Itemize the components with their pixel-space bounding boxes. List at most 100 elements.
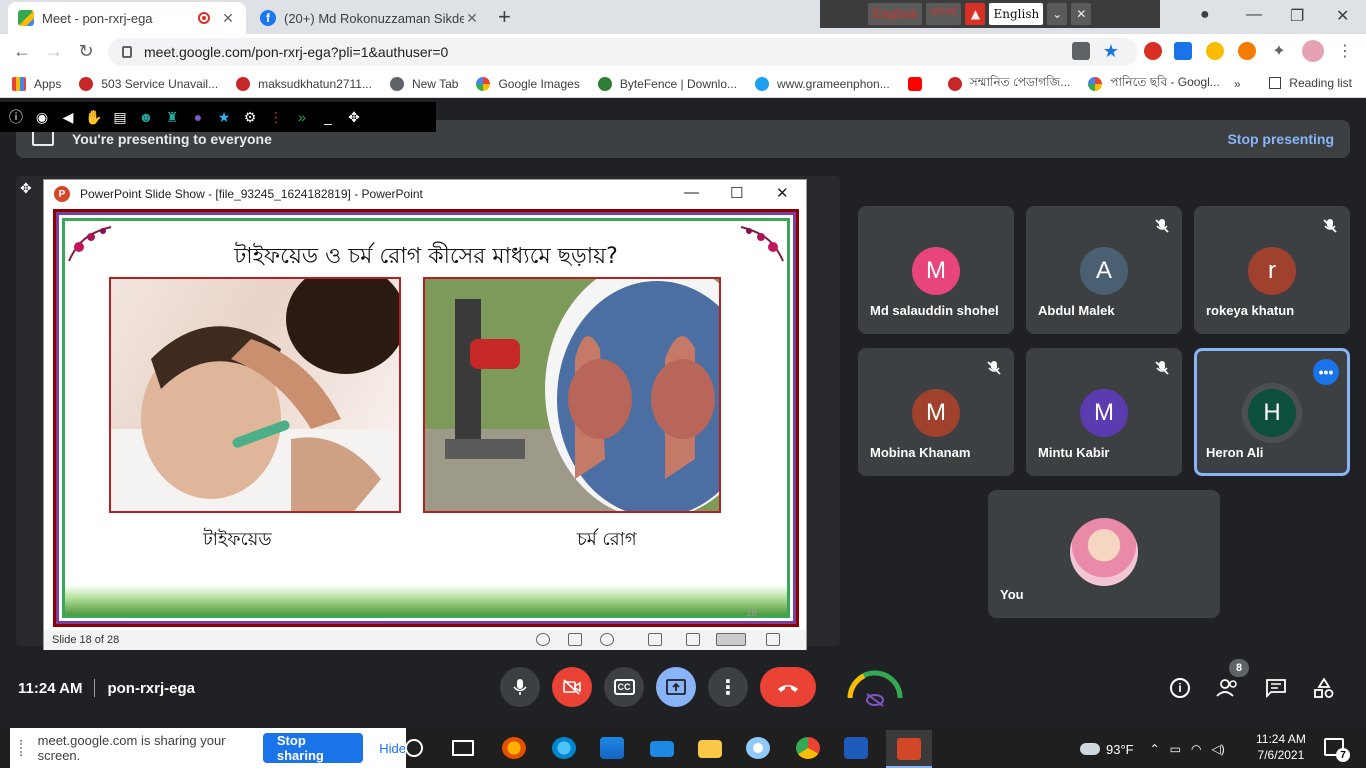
more-vert-icon[interactable]: ⋮: [266, 107, 286, 127]
back-icon[interactable]: ←: [10, 41, 34, 62]
tab-close-icon[interactable]: ✕: [464, 10, 480, 27]
hand-icon[interactable]: ✋: [84, 107, 104, 127]
activities-button[interactable]: [1312, 676, 1336, 700]
info-icon[interactable]: ⓘ: [6, 107, 26, 127]
profile-menu-icon[interactable]: ●: [1200, 6, 1210, 24]
chat-button[interactable]: [1264, 676, 1288, 700]
tab-meet[interactable]: Meet - pon-rxrj-ega ✕: [8, 2, 246, 34]
mail-icon[interactable]: [650, 741, 674, 757]
powerpoint-taskbar-button[interactable]: [886, 730, 932, 768]
clipboard-icon[interactable]: ▤: [110, 107, 130, 127]
reload-icon[interactable]: ↻: [74, 41, 98, 62]
store-icon[interactable]: [600, 737, 624, 759]
participant-tile[interactable]: M Md salauddin shohel: [858, 206, 1014, 334]
speaker-icon[interactable]: ◀: [58, 107, 78, 127]
more-options-button[interactable]: ⋮: [708, 667, 748, 707]
extension-icon[interactable]: [1174, 42, 1192, 60]
window-close-icon[interactable]: ✕: [1336, 6, 1349, 26]
lang-item[interactable]: English: [868, 3, 922, 25]
people-button[interactable]: [1216, 676, 1240, 700]
lang-item[interactable]: বাংলা: [925, 3, 962, 25]
reading-list-button[interactable]: Reading list: [1269, 76, 1352, 90]
minimize-icon[interactable]: _: [318, 107, 338, 127]
drag-handle[interactable]: [20, 740, 26, 756]
move-icon[interactable]: ✥: [20, 180, 32, 197]
end-call-button[interactable]: [760, 667, 816, 707]
dropdown-icon[interactable]: ⌄: [1047, 3, 1068, 25]
activity-gauge-icon[interactable]: [844, 664, 906, 708]
restore-icon[interactable]: ❐: [1290, 6, 1304, 26]
bookmark-star-icon[interactable]: ★: [1102, 41, 1120, 61]
app-icon[interactable]: [746, 737, 770, 759]
adobe-icon[interactable]: ▲: [965, 3, 986, 25]
gear-icon[interactable]: ⚙: [240, 107, 260, 127]
tab-facebook[interactable]: f (20+) Md Rokonuzzaman Sikder ✕: [250, 2, 490, 34]
chrome-icon[interactable]: [796, 737, 820, 759]
meeting-details-button[interactable]: i: [1168, 676, 1192, 700]
close-icon[interactable]: ✕: [1071, 3, 1092, 25]
task-view-icon[interactable]: [452, 740, 474, 756]
extension-icon[interactable]: [1238, 42, 1256, 60]
stop-presenting-button[interactable]: Stop presenting: [1227, 131, 1334, 147]
participant-tile[interactable]: M Mintu Kabir: [1026, 348, 1182, 476]
more-options-icon[interactable]: •••: [1313, 359, 1339, 385]
file-explorer-icon[interactable]: [698, 740, 722, 758]
battery-icon[interactable]: ▭: [1170, 742, 1181, 756]
expand-icon[interactable]: »: [292, 107, 312, 127]
word-icon[interactable]: [844, 737, 868, 759]
slide[interactable]: টাইফয়েড ও চর্ম রোগ কীসের মাধ্যমে ছড়ায়…: [53, 209, 799, 627]
extension-icon[interactable]: [1206, 42, 1224, 60]
puzzle-icon[interactable]: ✦: [1270, 42, 1288, 60]
bookmark-item[interactable]: [907, 76, 930, 91]
bookmarks-more-button[interactable]: »: [1234, 77, 1241, 91]
firefox-icon[interactable]: [502, 737, 526, 759]
new-tab-button[interactable]: +: [498, 4, 511, 30]
chat-icon[interactable]: ●: [188, 107, 208, 127]
bookmark-item[interactable]: Google Images: [476, 76, 580, 91]
chrome-menu-icon[interactable]: ⋮: [1336, 42, 1354, 60]
cortana-icon[interactable]: [405, 739, 423, 757]
bookmark-item[interactable]: New Tab: [389, 76, 458, 91]
chevron-up-icon[interactable]: ⌃: [1150, 742, 1160, 756]
tab-close-icon[interactable]: ✕: [220, 10, 236, 27]
slide-sorter-icon[interactable]: [686, 633, 700, 646]
notes-icon[interactable]: [568, 633, 582, 646]
edge-icon[interactable]: [552, 737, 576, 759]
bookmark-item[interactable]: 503 Service Unavail...: [79, 76, 218, 91]
ppt-minimize-icon[interactable]: —: [684, 184, 699, 201]
bookmark-item[interactable]: ByteFence | Downlo...: [597, 76, 737, 91]
bookmark-item[interactable]: maksudkhatun2711...: [236, 76, 372, 91]
star-icon[interactable]: ★: [214, 107, 234, 127]
address-bar[interactable]: meet.google.com/pon-rxrj-ega?pli=1&authu…: [108, 38, 1138, 66]
normal-view-icon[interactable]: [648, 633, 662, 646]
bookmark-item[interactable]: পানিতে ছবি - Googl...: [1088, 74, 1220, 94]
volume-icon[interactable]: ◁): [1212, 742, 1225, 756]
hide-button[interactable]: Hide: [379, 741, 406, 756]
stop-sharing-button[interactable]: Stop sharing: [262, 733, 364, 763]
profile-avatar[interactable]: [1302, 40, 1324, 62]
ppt-maximize-icon[interactable]: ☐: [730, 184, 743, 202]
taskbar-clock[interactable]: 11:24 AM 7/6/2021: [1256, 731, 1306, 763]
lang-item[interactable]: English: [989, 3, 1044, 25]
slideshow-icon[interactable]: [766, 633, 780, 646]
camera-button[interactable]: [552, 667, 592, 707]
participant-tile[interactable]: M Mobina Khanam: [858, 348, 1014, 476]
emoji-icon[interactable]: ☻: [136, 107, 156, 127]
reading-view-icon[interactable]: [716, 633, 746, 646]
wifi-icon[interactable]: ◠: [1191, 742, 1201, 756]
ppt-close-icon[interactable]: ✕: [776, 184, 789, 202]
present-button[interactable]: [656, 667, 696, 707]
weather-temp[interactable]: 93°F: [1106, 742, 1134, 757]
participant-tile-active[interactable]: ••• H Heron Ali: [1194, 348, 1350, 476]
bookmark-item[interactable]: www.grameenphon...: [755, 76, 890, 91]
eye-icon[interactable]: ◉: [32, 107, 52, 127]
participant-tile[interactable]: A Abdul Malek: [1026, 206, 1182, 334]
camera-blocked-icon[interactable]: [1072, 42, 1090, 60]
captions-button[interactable]: CC: [604, 667, 644, 707]
mic-button[interactable]: [500, 667, 540, 707]
prev-slide-icon[interactable]: [536, 633, 550, 646]
bookmark-apps[interactable]: Apps: [12, 76, 61, 91]
move-icon[interactable]: ✥: [344, 107, 364, 127]
bookmark-item[interactable]: সম্মানিত পেডাগজি...: [947, 74, 1070, 94]
next-slide-icon[interactable]: [600, 633, 614, 646]
